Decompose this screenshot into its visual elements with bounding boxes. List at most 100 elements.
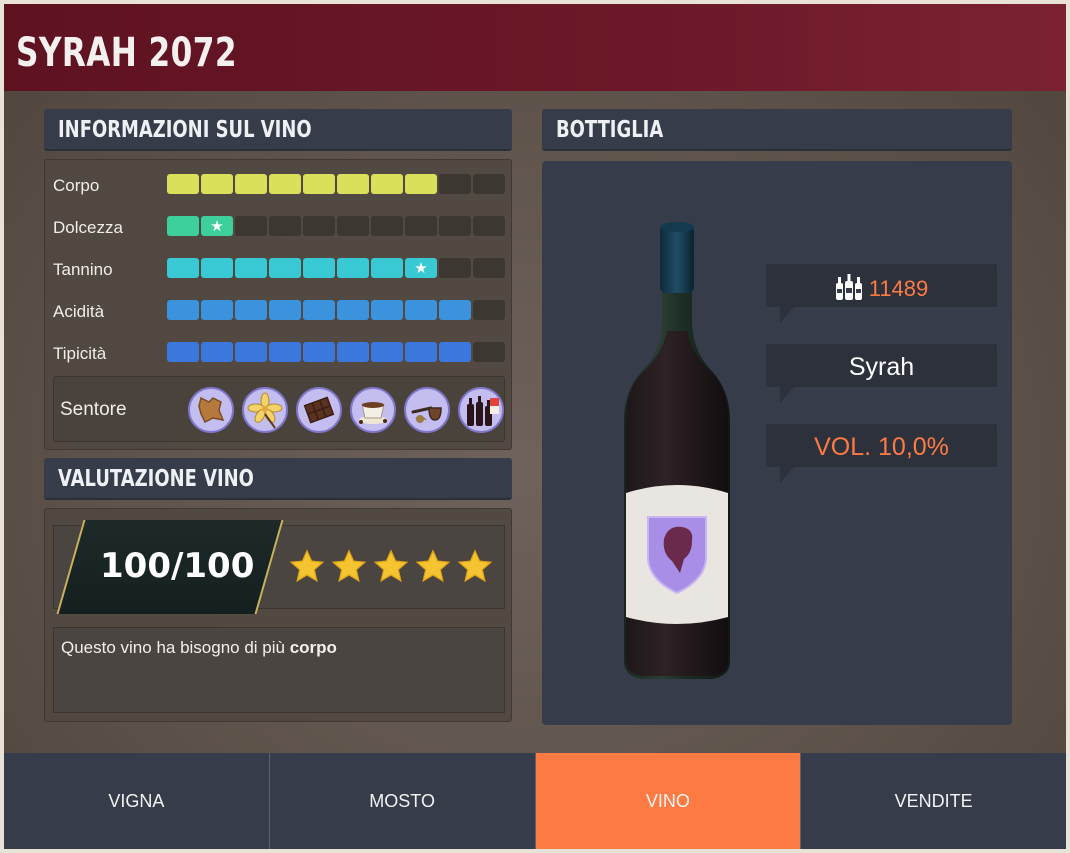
rating-panel: 100/100 Questo vino ha bisogno di più co… xyxy=(44,508,512,722)
bar-segment-empty xyxy=(269,216,301,236)
bar-segment-empty xyxy=(473,216,505,236)
bar-segment-filled xyxy=(439,342,471,362)
volume-bubble: VOL. 10,0% xyxy=(766,424,997,483)
bar-segment-filled xyxy=(167,300,199,320)
tobacco-pipe-icon[interactable] xyxy=(404,387,450,433)
wine-bottles-icon[interactable] xyxy=(458,387,504,433)
comment-box: Questo vino ha bisogno di più corpo xyxy=(53,627,505,713)
rating-star-icon xyxy=(457,549,493,583)
wine-bottle-image xyxy=(624,222,730,679)
attr-bar-tipicita xyxy=(167,342,505,362)
rating-heading: VALUTAZIONE VINO xyxy=(58,466,254,492)
score-box: 100/100 xyxy=(53,520,505,614)
bar-segment-filled xyxy=(337,258,369,278)
aroma-label: Sentore xyxy=(60,399,127,420)
bar-segment-filled xyxy=(303,258,335,278)
bar-segment-filled xyxy=(201,258,233,278)
bar-segment-empty xyxy=(439,216,471,236)
bar-segment-empty xyxy=(473,174,505,194)
attr-label-corpo: Corpo xyxy=(53,176,100,195)
bar-segment-filled xyxy=(405,300,437,320)
rating-star-icon xyxy=(289,549,325,583)
bottle-panel: 11489 Syrah VOL. 10,0% xyxy=(542,161,1012,725)
bar-segment-filled xyxy=(405,342,437,362)
bar-segment-filled xyxy=(337,174,369,194)
bottle-variety: Syrah xyxy=(848,353,915,381)
bottom-tab-bar: VIGNA MOSTO VINO VENDITE xyxy=(4,753,1066,849)
tab-vendite[interactable]: VENDITE xyxy=(801,753,1066,849)
bar-segment-filled xyxy=(201,174,233,194)
bar-segment-filled xyxy=(303,342,335,362)
bar-segment-empty xyxy=(439,258,471,278)
bar-segment-filled xyxy=(303,174,335,194)
bar-segment-filled xyxy=(303,300,335,320)
bar-segment-empty xyxy=(473,342,505,362)
attr-label-dolcezza: Dolcezza xyxy=(53,218,123,237)
bar-segment-filled xyxy=(167,174,199,194)
bar-segment-filled xyxy=(371,258,403,278)
attr-label-tipicita: Tipicità xyxy=(53,344,107,363)
bar-segment-empty xyxy=(337,216,369,236)
bar-segment-filled xyxy=(337,342,369,362)
tab-vigna[interactable]: VIGNA xyxy=(4,753,270,849)
bar-segment-filled xyxy=(235,174,267,194)
chocolate-icon[interactable] xyxy=(296,387,342,433)
rating-star-icon xyxy=(415,549,451,583)
bottle-count-bubble: 11489 xyxy=(766,264,997,323)
rating-comment: Questo vino ha bisogno di più corpo xyxy=(61,638,337,658)
score-value: 100/100 xyxy=(100,546,255,586)
leather-icon[interactable] xyxy=(188,387,234,433)
wine-attributes-panel: Corpo Dolcezza ★ Tannino ★ Acidità Tipic… xyxy=(44,159,512,450)
game-window: SYRAH 2072 INFORMAZIONI SUL VINO Corpo D… xyxy=(0,0,1070,853)
bar-segment-empty xyxy=(303,216,335,236)
attr-bar-corpo xyxy=(167,174,505,194)
bar-segment-filled xyxy=(371,300,403,320)
bar-segment-empty xyxy=(405,216,437,236)
header-bar: SYRAH 2072 xyxy=(4,4,1066,91)
bar-segment-filled xyxy=(269,300,301,320)
bottles-icon xyxy=(835,274,862,300)
rating-header: VALUTAZIONE VINO xyxy=(44,458,512,500)
rating-star-icon xyxy=(373,549,409,583)
bottle-count: 11489 xyxy=(868,276,929,301)
bar-segment-filled xyxy=(405,174,437,194)
bar-segment-filled xyxy=(371,174,403,194)
aroma-row: Sentore xyxy=(53,376,505,442)
bar-segment-filled xyxy=(201,300,233,320)
bottle-heading: BOTTIGLIA xyxy=(556,117,664,143)
bar-segment-star: ★ xyxy=(201,216,233,236)
bar-segment-filled xyxy=(439,300,471,320)
attr-bar-tannino: ★ xyxy=(167,258,505,278)
comment-text: Questo vino ha bisogno di più xyxy=(61,638,290,657)
bar-segment-filled xyxy=(269,174,301,194)
bar-segment-empty xyxy=(473,258,505,278)
tab-vino[interactable]: VINO xyxy=(535,753,802,849)
attr-bar-acidita xyxy=(167,300,505,320)
coffee-cup-icon[interactable] xyxy=(350,387,396,433)
attr-label-acidita: Acidità xyxy=(53,302,105,321)
bar-segment-filled xyxy=(269,342,301,362)
bar-segment-filled xyxy=(167,342,199,362)
bar-segment-filled xyxy=(235,300,267,320)
wine-info-header: INFORMAZIONI SUL VINO xyxy=(44,109,512,151)
wine-info-heading: INFORMAZIONI SUL VINO xyxy=(58,117,312,143)
bottle-header: BOTTIGLIA xyxy=(542,109,1012,151)
bar-segment-filled xyxy=(269,258,301,278)
bar-segment-empty xyxy=(371,216,403,236)
bar-segment-filled xyxy=(337,300,369,320)
vanilla-flower-icon[interactable] xyxy=(242,387,288,433)
bar-segment-star: ★ xyxy=(405,258,437,278)
bar-segment-filled xyxy=(235,342,267,362)
bar-segment-empty xyxy=(439,174,471,194)
bar-segment-filled xyxy=(235,258,267,278)
bar-segment-empty xyxy=(235,216,267,236)
bar-segment-filled xyxy=(167,216,199,236)
bar-segment-filled xyxy=(371,342,403,362)
attr-bar-dolcezza: ★ xyxy=(167,216,505,236)
bar-segment-filled xyxy=(201,342,233,362)
bottle-volume: VOL. 10,0% xyxy=(814,433,949,461)
comment-keyword: corpo xyxy=(289,638,337,657)
tab-mosto[interactable]: MOSTO xyxy=(270,753,536,849)
bar-segment-empty xyxy=(473,300,505,320)
bar-segment-filled xyxy=(167,258,199,278)
